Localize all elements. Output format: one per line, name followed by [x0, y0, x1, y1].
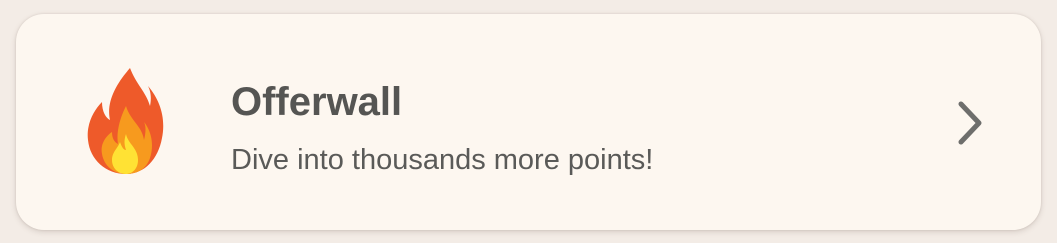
offerwall-title: Offerwall — [231, 80, 403, 124]
offerwall-card[interactable]: Offerwall Dive into thousands more point… — [16, 14, 1041, 230]
offerwall-subtitle: Dive into thousands more points! — [231, 144, 654, 176]
fire-icon — [87, 68, 164, 174]
chevron-right-icon[interactable] — [949, 98, 989, 148]
